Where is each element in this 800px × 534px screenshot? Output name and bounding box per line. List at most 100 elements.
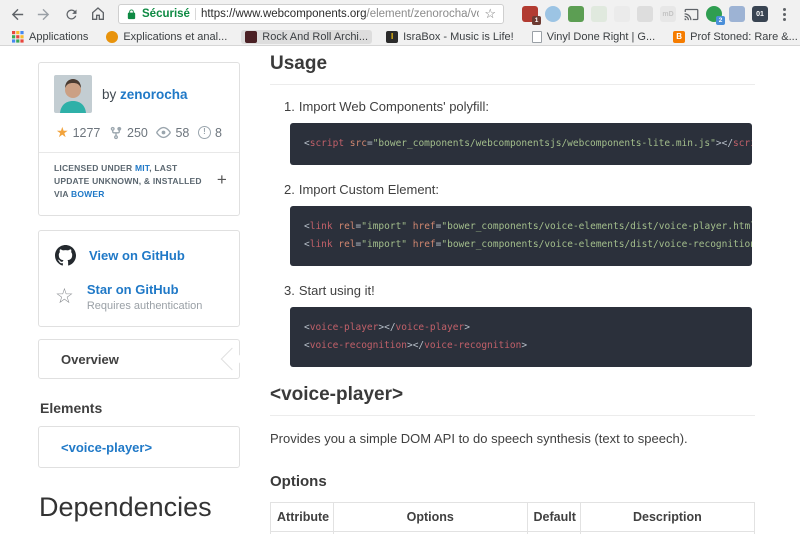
url-path: /element/zenorocha/voice-elements xyxy=(366,8,480,20)
step-text: Import Web Components' polyfill: xyxy=(298,99,489,114)
code-token: > xyxy=(521,340,528,351)
code-token: link xyxy=(309,239,333,250)
home-icon[interactable] xyxy=(89,5,107,23)
code-token: voice-player xyxy=(395,322,465,333)
bookmark-star-icon[interactable]: ☆ xyxy=(484,6,496,22)
browser-toolbar: Sécurisé https://www.webcomponents.org/e… xyxy=(0,0,800,28)
view-on-github[interactable]: View on GitHub xyxy=(55,245,223,266)
bookmark-label: Prof Stoned: Rare &... xyxy=(690,30,798,43)
star-outline-icon: ☆ xyxy=(55,284,74,308)
apps-grid-icon xyxy=(12,30,24,43)
author-avatar[interactable] xyxy=(54,75,92,113)
author-card: by zenorocha ★ 1277 250 58! 8 LICENSED UNDER… xyxy=(38,62,240,216)
stat-eye: 58 xyxy=(156,125,189,140)
step-text: Import Custom Element: xyxy=(298,182,439,197)
extension-icon-frog[interactable] xyxy=(568,6,584,22)
author-link[interactable]: zenorocha xyxy=(120,87,188,102)
extension-icon-pinwheel[interactable] xyxy=(729,6,745,22)
extension-badge: 1 xyxy=(532,16,541,25)
column-header: Options xyxy=(332,502,528,532)
bookmark-item[interactable]: Explications et anal... xyxy=(102,30,231,44)
extension-icon-shield[interactable]: 1 xyxy=(522,6,541,25)
back-icon[interactable] xyxy=(8,5,26,23)
github-icon xyxy=(55,245,76,266)
browser-chrome: Sécurisé https://www.webcomponents.org/e… xyxy=(0,0,800,46)
star-on-github[interactable]: ☆ Star on GitHub Requires authentication xyxy=(55,281,223,312)
code-token: script xyxy=(733,138,752,149)
favicon-icon xyxy=(106,30,119,43)
bookmark-item[interactable]: Vinyl Done Right | G... xyxy=(528,30,659,44)
bookmark-label: Applications xyxy=(29,30,89,43)
code-token: "import" xyxy=(361,221,408,232)
license-info: LICENSED UNDER MIT, LAST UPDATE UNKNOWN,… xyxy=(39,152,239,203)
address-bar[interactable]: Sécurisé https://www.webcomponents.org/e… xyxy=(118,4,504,24)
url-text: https://www.webcomponents.org/element/ze… xyxy=(201,8,479,20)
bookmark-item[interactable]: B Prof Stoned: Rare &... xyxy=(669,30,800,44)
reload-icon[interactable] xyxy=(62,5,80,23)
step-number: 2. xyxy=(284,182,295,197)
code-line: <voice-recognition></voice-recognition> xyxy=(304,337,738,355)
secure-lock-icon xyxy=(126,8,137,20)
bookmark-item[interactable]: Rock And Roll Archi... xyxy=(241,29,373,44)
bookmark-item[interactable]: Applications xyxy=(8,30,92,44)
options-heading: Options xyxy=(270,473,327,490)
code-token: ></ xyxy=(715,138,734,149)
stat-issue: ! 8 xyxy=(198,126,222,140)
code-token: voice-recognition xyxy=(309,340,407,351)
column-header: Default xyxy=(526,502,581,532)
voice-player-link[interactable]: <voice-player> xyxy=(61,440,152,455)
expand-icon[interactable]: + xyxy=(217,171,227,188)
code-token: rel xyxy=(338,239,356,250)
extension-icon-cube[interactable] xyxy=(614,6,630,22)
favicon-icon: B xyxy=(673,30,686,43)
usage-step: 3. Start using it! <voice-player></voice-p… xyxy=(284,283,755,367)
browser-menu-icon[interactable] xyxy=(777,6,792,23)
issue-icon: ! xyxy=(198,126,212,139)
extension-icon-notes[interactable] xyxy=(591,6,607,22)
code-token: "bower_components/webcomponentsjs/webcom… xyxy=(372,138,716,149)
bookmark-item[interactable]: I IsraBox - Music is Life! xyxy=(382,30,518,44)
code-block: <link rel="import" href="bower_component… xyxy=(290,206,752,266)
repo-stats: ★ 1277 250 58! 8 xyxy=(54,124,224,141)
tab-overview[interactable]: Overview xyxy=(38,339,240,379)
stat-value: 250 xyxy=(127,125,148,140)
code-line: <link rel="import" href="bower_component… xyxy=(304,236,752,254)
column-header: Description xyxy=(579,502,756,532)
code-token: rel xyxy=(338,221,356,232)
step-text: Start using it! xyxy=(298,283,375,298)
stat-value: 58 xyxy=(175,125,190,140)
extension-icon-globe[interactable]: 2 xyxy=(706,6,725,25)
view-on-github-link[interactable]: View on GitHub xyxy=(89,248,185,263)
favicon-icon: I xyxy=(386,30,399,43)
star-on-github-link[interactable]: Star on GitHub xyxy=(87,282,179,297)
extension-icon-zero-one[interactable]: 01 xyxy=(752,6,768,22)
code-line: <link rel="import" href="bower_component… xyxy=(304,218,752,236)
code-token: link xyxy=(309,221,333,232)
code-line: <voice-player></voice-player> xyxy=(304,319,738,337)
github-card: View on GitHub ☆ Star on GitHub Requires… xyxy=(38,230,240,327)
element-card: <voice-player> xyxy=(38,426,240,468)
code-token: voice-recognition xyxy=(424,340,522,351)
bower-link[interactable]: BOWER xyxy=(71,189,105,199)
code-line: <script src="bower_components/webcompone… xyxy=(304,135,752,153)
usage-heading: Usage xyxy=(270,53,755,85)
column-header: Attribute xyxy=(270,502,334,532)
extension-icon-markdown[interactable]: mD xyxy=(660,6,676,22)
extension-icon-cast[interactable] xyxy=(683,6,699,22)
stat-fork: 250 xyxy=(109,126,148,140)
extension-icon-cloud[interactable] xyxy=(545,6,561,22)
code-token: ></ xyxy=(378,322,396,333)
extension-icon-wrench[interactable] xyxy=(637,6,653,22)
elements-heading: Elements xyxy=(40,400,103,416)
stat-value: 8 xyxy=(215,125,222,140)
bookmark-label: Vinyl Done Right | G... xyxy=(546,30,656,43)
code-token: > xyxy=(464,322,470,333)
byline: by zenorocha xyxy=(102,86,188,102)
code-token: script xyxy=(309,138,345,149)
extensions-area: 1 mD 2 01 xyxy=(522,6,768,25)
main-content: Usage 1. Import Web Components' polyfill:… xyxy=(270,53,756,534)
code-block: <script src="bower_components/webcompone… xyxy=(290,123,752,165)
forward-icon[interactable] xyxy=(35,5,53,23)
code-token: href xyxy=(412,221,436,232)
mit-license-link[interactable]: MIT xyxy=(135,163,149,173)
